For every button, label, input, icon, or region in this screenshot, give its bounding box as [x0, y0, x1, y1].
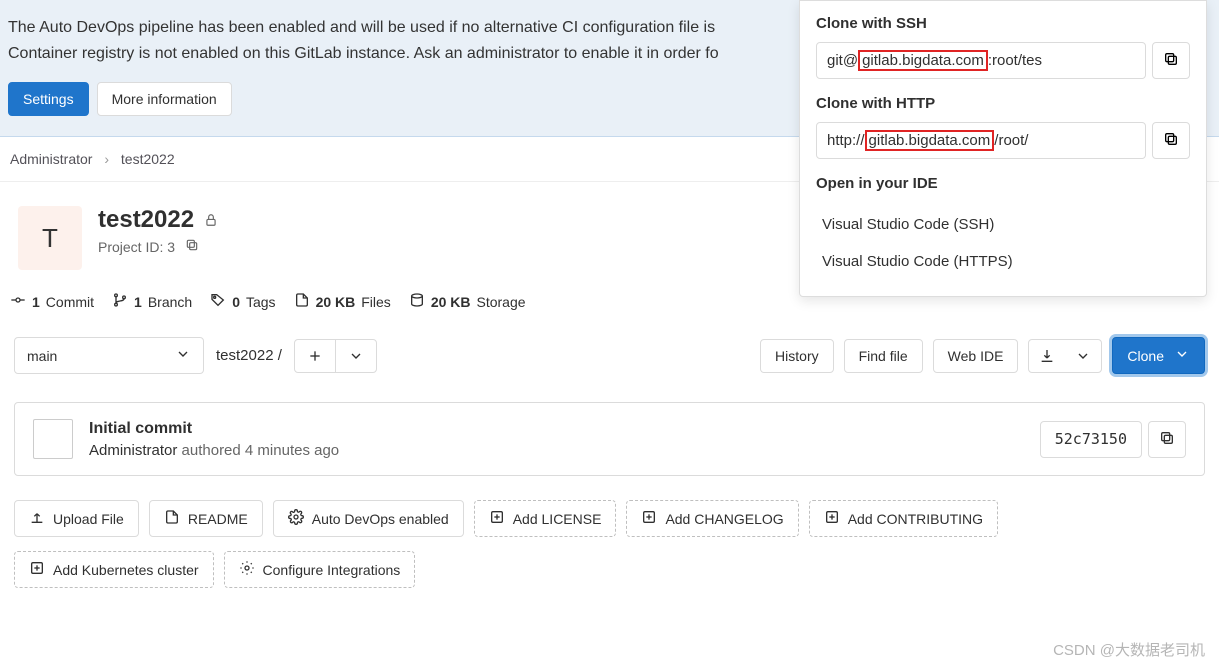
find-file-button[interactable]: Find file — [844, 339, 923, 373]
open-ide-title: Open in your IDE — [816, 175, 1190, 192]
chevron-down-icon — [1065, 340, 1101, 372]
file-icon — [294, 292, 310, 311]
lock-icon — [204, 206, 218, 234]
stat-branches[interactable]: 1Branch — [112, 292, 192, 311]
history-button[interactable]: History — [760, 339, 834, 373]
download-dropdown[interactable] — [1028, 339, 1102, 373]
quick-actions-row-2: Add Kubernetes cluster Configure Integra… — [0, 547, 1219, 592]
add-license-button[interactable]: Add LICENSE — [474, 500, 617, 537]
project-avatar: T — [18, 206, 82, 270]
upload-icon — [29, 509, 45, 528]
clone-http-title: Clone with HTTP — [816, 95, 1190, 112]
copy-http-button[interactable] — [1152, 122, 1190, 159]
add-contributing-button[interactable]: Add CONTRIBUTING — [809, 500, 998, 537]
ssh-url-input[interactable]: git@gitlab.bigdata.com:root/tes — [816, 42, 1146, 79]
tag-icon — [210, 292, 226, 311]
commit-icon — [10, 292, 26, 311]
plus-square-icon — [489, 509, 505, 528]
clipboard-icon — [1163, 135, 1179, 150]
gear-icon — [288, 509, 304, 528]
chevron-down-icon — [336, 340, 376, 372]
path-crumb[interactable]: test2022 / — [216, 347, 282, 364]
watermark: CSDN @大数据老司机 — [1053, 639, 1205, 660]
upload-file-button[interactable]: Upload File — [14, 500, 139, 537]
stat-tags[interactable]: 0Tags — [210, 292, 275, 311]
project-id: Project ID: 3 — [98, 239, 175, 255]
download-icon — [1029, 340, 1065, 372]
readme-button[interactable]: README — [149, 500, 263, 537]
plus-square-icon — [641, 509, 657, 528]
add-kubernetes-button[interactable]: Add Kubernetes cluster — [14, 551, 214, 588]
more-information-button[interactable]: More information — [97, 82, 232, 116]
stat-storage[interactable]: 20 KBStorage — [409, 292, 526, 311]
commit-meta: Administrator authored 4 minutes ago — [89, 442, 1024, 459]
clone-dropdown: Clone with SSH git@gitlab.bigdata.com:ro… — [799, 0, 1207, 297]
repository-toolbar: main test2022 / History Find file Web ID… — [0, 329, 1219, 382]
stat-commits[interactable]: 1Commit — [10, 292, 94, 311]
chevron-down-icon — [1174, 346, 1190, 365]
breadcrumb-admin[interactable]: Administrator — [10, 151, 92, 167]
commit-author-link[interactable]: Administrator — [89, 442, 177, 459]
branch-icon — [112, 292, 128, 311]
stat-files[interactable]: 20 KBFiles — [294, 292, 391, 311]
web-ide-button[interactable]: Web IDE — [933, 339, 1019, 373]
ide-vscode-https[interactable]: Visual Studio Code (HTTPS) — [816, 243, 1190, 280]
commit-title[interactable]: Initial commit — [89, 420, 1024, 438]
clipboard-icon — [1163, 55, 1179, 70]
ide-vscode-ssh[interactable]: Visual Studio Code (SSH) — [816, 206, 1190, 243]
plus-icon — [295, 340, 336, 372]
gear-icon — [239, 560, 255, 579]
storage-icon — [409, 292, 425, 311]
configure-integrations-button[interactable]: Configure Integrations — [224, 551, 416, 588]
quick-actions-row: Upload File README Auto DevOps enabled A… — [0, 496, 1219, 541]
add-dropdown[interactable] — [294, 339, 377, 373]
project-title: test2022 — [98, 206, 194, 234]
breadcrumb-project[interactable]: test2022 — [121, 151, 175, 167]
clone-ssh-title: Clone with SSH — [816, 15, 1190, 32]
file-icon — [164, 509, 180, 528]
commit-sha[interactable]: 52c73150 — [1040, 421, 1142, 458]
chevron-down-icon — [175, 346, 191, 365]
settings-button[interactable]: Settings — [8, 82, 89, 116]
copy-project-id-icon[interactable] — [185, 238, 199, 255]
copy-ssh-button[interactable] — [1152, 42, 1190, 79]
clone-button[interactable]: Clone — [1112, 337, 1205, 374]
clipboard-icon — [1159, 430, 1175, 449]
http-url-input[interactable]: http://gitlab.bigdata.com/root/ — [816, 122, 1146, 159]
commit-author-avatar — [33, 419, 73, 459]
chevron-right-icon: › — [104, 151, 109, 167]
branch-selector[interactable]: main — [14, 337, 204, 374]
copy-sha-button[interactable] — [1148, 421, 1186, 458]
latest-commit: Initial commit Administrator authored 4 … — [14, 402, 1205, 476]
plus-square-icon — [29, 560, 45, 579]
auto-devops-button[interactable]: Auto DevOps enabled — [273, 500, 464, 537]
plus-square-icon — [824, 509, 840, 528]
add-changelog-button[interactable]: Add CHANGELOG — [626, 500, 798, 537]
